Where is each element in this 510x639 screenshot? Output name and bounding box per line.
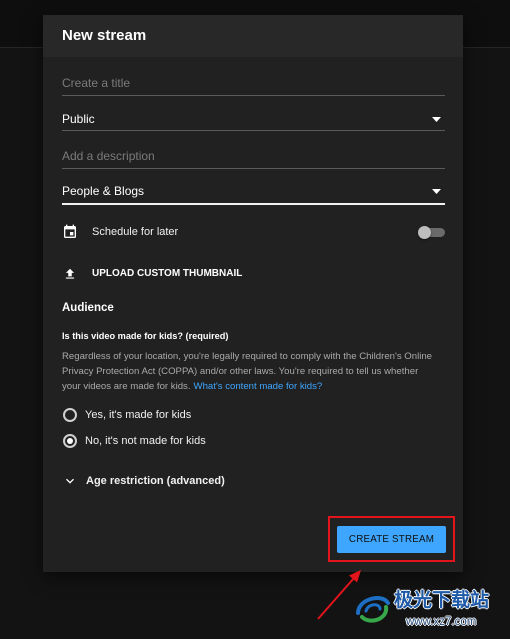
made-for-kids-question: Is this video made for kids? (required) [62, 331, 229, 341]
new-stream-dialog: New stream Public People & Blogs Schedul… [43, 15, 463, 572]
swirl-logo-icon [356, 596, 390, 623]
audience-heading: Audience [62, 302, 114, 314]
watermark-name: 极光下载站 [394, 589, 490, 611]
upload-icon [65, 268, 75, 279]
radio-dot [67, 438, 73, 444]
dialog-header: New stream [43, 15, 463, 57]
category-value: People & Blogs [62, 184, 145, 198]
content-made-for-kids-link[interactable]: What's content made for kids? [194, 381, 323, 392]
category-select[interactable]: People & Blogs [62, 181, 445, 205]
radio-button-no[interactable] [63, 434, 77, 448]
age-restriction-toggle[interactable]: Age restriction (advanced) [62, 471, 282, 491]
audience-description-line: your videos are made for kids. What's con… [62, 379, 445, 394]
audience-description: Regardless of your location, you're lega… [62, 349, 445, 394]
audience-description-text: your videos are made for kids. [62, 381, 191, 392]
arrow-drop-down-icon[interactable] [432, 189, 441, 194]
radio-button-yes[interactable] [63, 408, 77, 422]
watermark: 极光下载站 www.xz7.com [352, 584, 504, 634]
title-field[interactable] [62, 73, 445, 96]
chevron-down-icon[interactable] [62, 473, 78, 489]
visibility-select[interactable]: Public [62, 109, 445, 131]
watermark-url: www.xz7.com [406, 616, 477, 628]
radio-option-yes-kids[interactable]: Yes, it's made for kids [62, 405, 282, 425]
visibility-value: Public [62, 112, 95, 126]
radio-option-not-kids[interactable]: No, it's not made for kids [62, 431, 282, 451]
schedule-toggle[interactable] [418, 225, 446, 239]
toggle-knob[interactable] [418, 225, 431, 239]
audience-description-line: Privacy Protection Act (COPPA) and/or ot… [62, 366, 419, 377]
description-field[interactable] [62, 146, 445, 169]
schedule-label: Schedule for later [92, 226, 179, 238]
radio-label-no[interactable]: No, it's not made for kids [85, 431, 206, 451]
calendar-icon [64, 224, 76, 238]
annotation-highlight-box [328, 516, 455, 562]
radio-label-yes[interactable]: Yes, it's made for kids [85, 405, 191, 425]
title-input[interactable] [62, 73, 432, 93]
schedule-row: Schedule for later [62, 222, 445, 242]
upload-thumbnail-label[interactable]: UPLOAD CUSTOM THUMBNAIL [92, 264, 242, 284]
description-input[interactable] [62, 146, 432, 166]
dialog-title: New stream [62, 27, 147, 44]
age-restriction-label[interactable]: Age restriction (advanced) [86, 471, 225, 491]
upload-thumbnail-button[interactable]: UPLOAD CUSTOM THUMBNAIL [62, 264, 445, 284]
audience-description-line: Regardless of your location, you're lega… [62, 351, 433, 362]
arrow-drop-down-icon[interactable] [432, 117, 441, 122]
